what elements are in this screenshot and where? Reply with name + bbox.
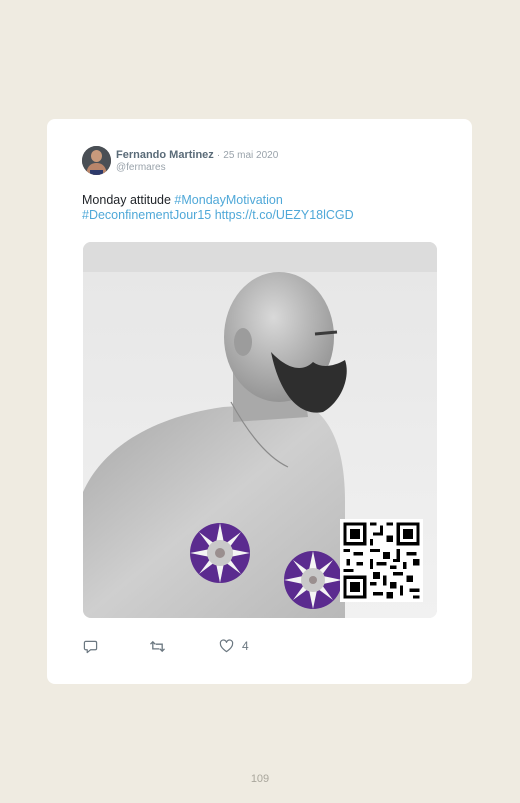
retweet-button[interactable] [149, 639, 166, 654]
separator: · [216, 150, 221, 161]
heart-icon [219, 639, 234, 653]
reply-icon [83, 640, 98, 654]
like-button[interactable]: 4 [219, 639, 249, 653]
tweet-actions: 4 [83, 639, 443, 657]
avatar[interactable] [82, 146, 111, 175]
hashtag-monday-motivation[interactable]: #MondayMotivation [174, 193, 282, 207]
reply-button[interactable] [83, 639, 98, 654]
retweet-icon [150, 640, 165, 653]
author-name[interactable]: Fernando Martinez [116, 149, 214, 161]
author-line: Fernando Martinez · 25 mai 2020 [116, 149, 278, 161]
like-count: 4 [242, 639, 249, 653]
tweet-card: Fernando Martinez · 25 mai 2020 @fermare… [47, 119, 472, 684]
qr-code[interactable] [340, 519, 423, 602]
author-handle[interactable]: @fermares [116, 162, 166, 173]
hashtag-deconfinement[interactable]: #DeconfinementJour15 [82, 208, 211, 222]
page-number: 109 [250, 773, 270, 785]
tweet-date[interactable]: 25 mai 2020 [223, 150, 278, 161]
tweet-text-plain: Monday attitude [82, 193, 175, 207]
tweet-photo[interactable] [83, 242, 437, 618]
tweet-text: Monday attitude #MondayMotivation #Decon… [82, 193, 442, 223]
tweet-link[interactable]: https://t.co/UEZY18lCGD [215, 208, 354, 222]
